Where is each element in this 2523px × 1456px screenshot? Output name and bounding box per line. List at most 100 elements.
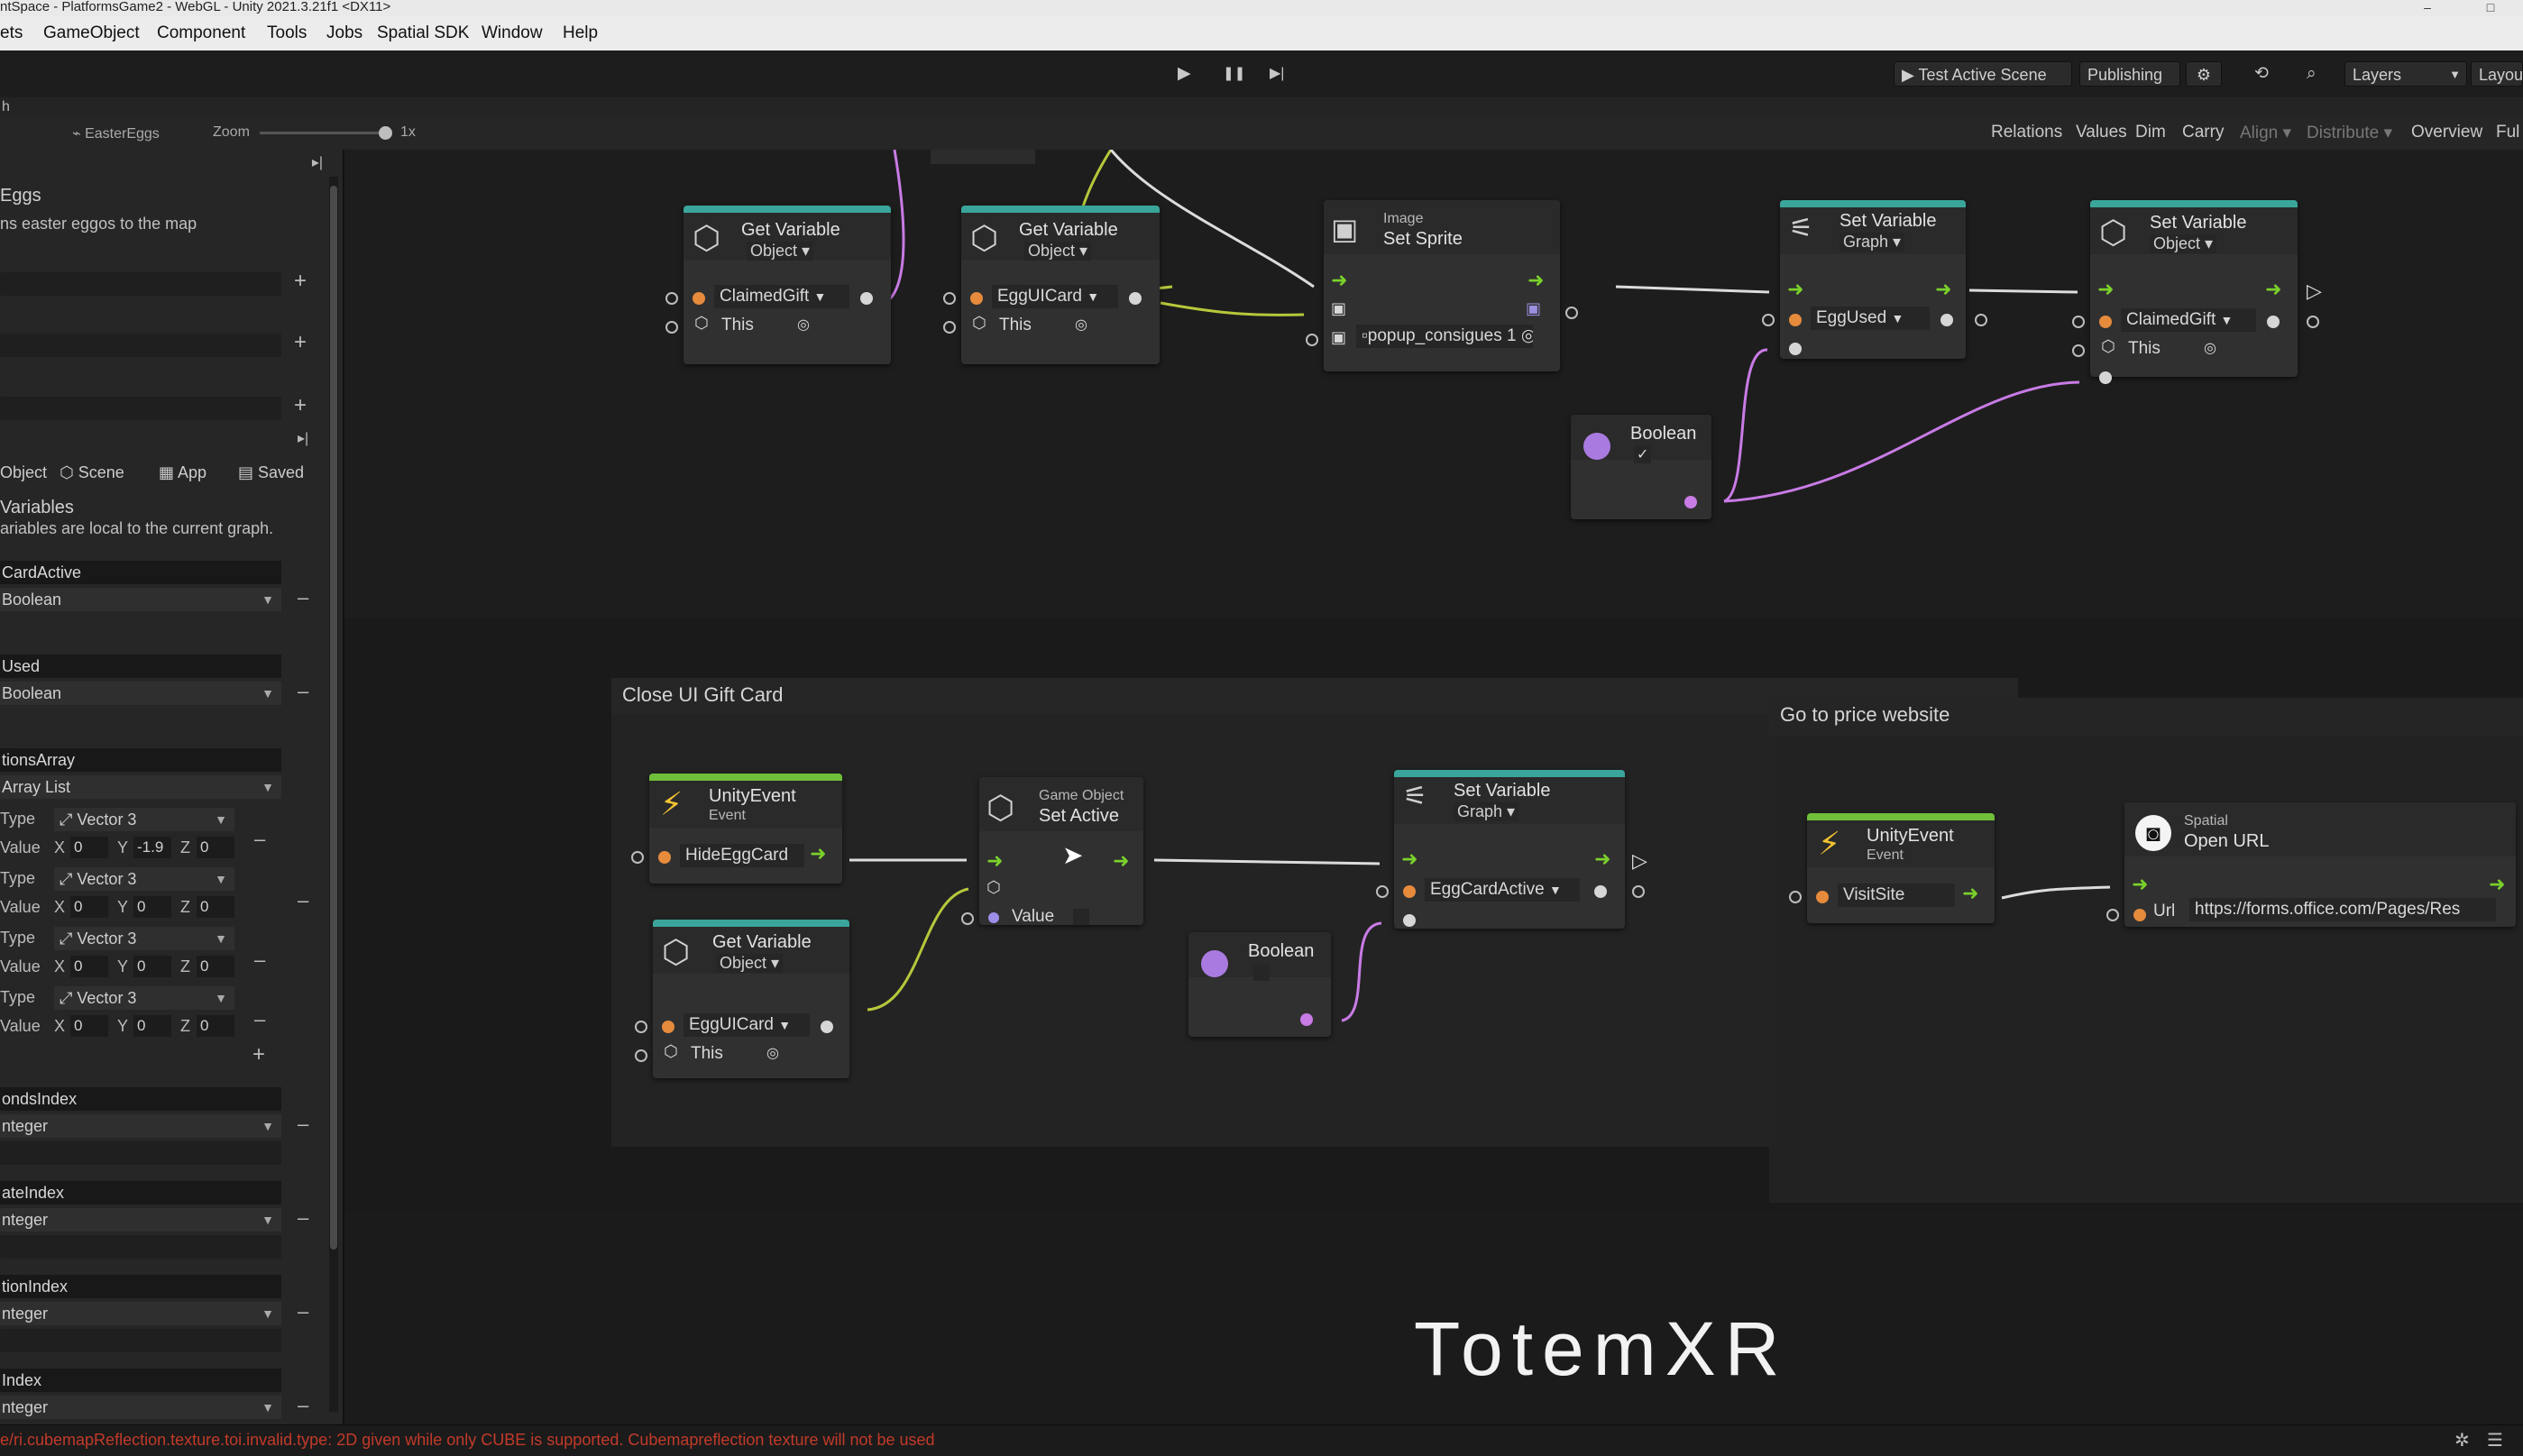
remove-item-button[interactable]: – xyxy=(254,828,265,851)
vector-z-field[interactable]: 0 xyxy=(197,896,234,918)
layout-dropdown[interactable]: Layou xyxy=(2471,61,2523,87)
object-pin[interactable] xyxy=(970,292,983,305)
array-item-type-dropdown[interactable]: ⤢ Vector 3 ▼ xyxy=(54,927,234,950)
relations-toggle[interactable]: Relations xyxy=(1991,123,2062,142)
distribute-dropdown[interactable]: Distribute ▾ xyxy=(2307,123,2392,143)
zoom-slider-handle[interactable] xyxy=(379,126,392,140)
history-icon[interactable]: ⟲ xyxy=(2254,61,2269,87)
control-input-arrow[interactable]: ➜ xyxy=(1787,279,1803,299)
graph-field-3[interactable] xyxy=(0,397,281,420)
graph-field-2[interactable] xyxy=(0,334,281,357)
get-variable-node[interactable]: ⬡ Get Variable Object ▾ ClaimedGift ▼ ⬡ … xyxy=(665,206,891,364)
menu-window[interactable]: Window xyxy=(482,23,543,43)
graph-field-1[interactable] xyxy=(0,272,281,296)
value-input-pin[interactable] xyxy=(1789,343,1802,355)
vector-z-field[interactable]: 0 xyxy=(197,1015,234,1037)
event-name-field[interactable]: VisitSite xyxy=(1838,884,1955,907)
value-input-pin[interactable] xyxy=(1403,914,1416,927)
set-sprite-node[interactable]: ▣ Image Set Sprite ➜ ➜ ▣ ▣ ▣ ▫popup_cons… xyxy=(1306,200,1578,371)
control-input-arrow[interactable]: ➜ xyxy=(986,851,1003,871)
tab-saved[interactable]: ▤ Saved xyxy=(238,463,304,482)
set-variable-node[interactable]: ⚟ Set Variable Graph ▾ ➜ ➜ EggUsed ▼ xyxy=(1762,200,1987,359)
control-output-arrow[interactable]: ➜ xyxy=(1962,884,1978,903)
value-output-pin[interactable] xyxy=(860,292,873,305)
editor-tab[interactable]: h xyxy=(2,99,10,115)
maximize-button[interactable]: □ xyxy=(2473,0,2509,16)
boolean-checkbox[interactable] xyxy=(1253,965,1270,981)
string-pin[interactable] xyxy=(1816,891,1829,903)
add-item-icon[interactable]: + xyxy=(252,1042,265,1067)
input-port[interactable] xyxy=(1762,314,1775,326)
open-url-node[interactable]: ◙ Spatial Open URL ➜ ➜ Url https://forms… xyxy=(2106,802,2516,927)
image-pin-icon[interactable]: ▣ xyxy=(1331,299,1346,318)
tab-scene[interactable]: ⬡ Scene xyxy=(60,463,124,482)
array-item-type-dropdown[interactable]: ⤢ Vector 3 ▼ xyxy=(54,808,234,831)
zoom-slider-track[interactable] xyxy=(260,126,392,140)
vector-y-field[interactable]: -1.9 xyxy=(133,837,171,858)
input-port[interactable] xyxy=(2072,316,2085,328)
input-port[interactable] xyxy=(665,321,678,334)
variable-name[interactable]: tionIndex xyxy=(0,1275,281,1298)
tab-object[interactable]: Object xyxy=(0,463,47,482)
control-input-arrow[interactable]: ➜ xyxy=(2132,875,2148,894)
set-variable-node[interactable]: ⚟ Set Variable Graph ▾ ➜ ➜ EggCardActive… xyxy=(1376,770,1647,929)
value-output-pin[interactable] xyxy=(821,1021,833,1033)
input-port[interactable] xyxy=(631,851,644,864)
menu-jobs[interactable]: Jobs xyxy=(326,23,362,43)
fullscreen-button[interactable]: Ful xyxy=(2496,123,2519,142)
variable-value-field[interactable] xyxy=(0,1141,281,1165)
control-exit-arrow[interactable]: ▷ xyxy=(2307,281,2322,301)
control-input-arrow[interactable]: ➜ xyxy=(2097,279,2114,299)
remove-variable-button[interactable]: – xyxy=(298,1394,308,1417)
kind-dropdown[interactable]: Graph ▾ xyxy=(1454,802,1519,821)
output-port[interactable] xyxy=(1565,307,1578,319)
inspector-scrollbar[interactable] xyxy=(329,177,338,1412)
control-output-arrow[interactable]: ➜ xyxy=(1113,851,1129,871)
variable-name[interactable]: Index xyxy=(0,1369,281,1392)
control-output-arrow[interactable]: ➜ xyxy=(1935,279,1951,299)
output-port[interactable] xyxy=(1975,314,1987,326)
url-field[interactable]: https://forms.office.com/Pages/Res xyxy=(2189,898,2496,921)
variable-value-field[interactable] xyxy=(0,1235,281,1259)
input-port[interactable] xyxy=(943,292,956,305)
array-item-type-dropdown[interactable]: ⤢ Vector 3 ▼ xyxy=(54,867,234,891)
publishing-button[interactable]: Publishing xyxy=(2079,61,2180,87)
remove-variable-button[interactable]: – xyxy=(298,1300,308,1323)
boolean-output-pin[interactable] xyxy=(1684,496,1697,508)
target-icon[interactable]: ◎ xyxy=(1075,316,1087,334)
remove-item-button[interactable]: – xyxy=(254,948,265,972)
variable-name-field[interactable]: EggUsed ▼ xyxy=(1811,307,1930,330)
gameobject-pin-icon[interactable]: ⬡ xyxy=(986,878,1001,897)
console-error-message[interactable]: e/ri.cubemapReflection.texture.toi.inval… xyxy=(0,1431,1010,1450)
play-button[interactable]: ▶ xyxy=(1178,61,1191,87)
variable-type-dropdown[interactable]: Array List ▼ xyxy=(0,775,281,799)
remove-variable-button[interactable]: – xyxy=(298,1206,308,1230)
variable-name[interactable]: ondsIndex xyxy=(0,1087,281,1111)
menu-help[interactable]: Help xyxy=(563,23,598,43)
kind-dropdown[interactable]: Object ▾ xyxy=(716,954,784,973)
vector-y-field[interactable]: 0 xyxy=(133,1015,171,1037)
variable-type-dropdown[interactable]: nteger ▼ xyxy=(0,1302,281,1325)
search-icon[interactable]: ⌕ xyxy=(2307,61,2317,87)
variable-name[interactable]: ateIndex xyxy=(0,1181,281,1204)
value-input-pin[interactable] xyxy=(2099,371,2112,384)
object-pin[interactable] xyxy=(2099,316,2112,328)
vector-y-field[interactable]: 0 xyxy=(133,896,171,918)
kind-dropdown[interactable]: Object ▾ xyxy=(1024,242,1092,261)
settings-gear-icon[interactable]: ⚙ xyxy=(2186,61,2222,87)
input-port[interactable] xyxy=(961,912,974,925)
collapse-icon[interactable]: ▸| xyxy=(312,153,323,171)
variable-name-field[interactable]: ClaimedGift ▼ xyxy=(714,285,849,308)
boolean-input-pin[interactable] xyxy=(988,912,999,923)
add-icon[interactable]: + xyxy=(294,269,307,294)
input-port[interactable] xyxy=(1376,885,1389,898)
notification-icon[interactable]: ☰ xyxy=(2487,1429,2503,1451)
add-icon[interactable]: + xyxy=(294,393,307,418)
remove-variable-button[interactable]: – xyxy=(298,1113,308,1136)
boolean-literal-node[interactable]: Boolean ✓ xyxy=(1571,415,1711,519)
scrollbar-thumb[interactable] xyxy=(330,186,337,1250)
vector-x-field[interactable]: 0 xyxy=(70,896,108,918)
collapse-icon[interactable]: ▸| xyxy=(298,429,308,447)
set-active-node[interactable]: ⬡ Game Object Set Active ➜ ➜ ⬡ Value xyxy=(961,777,1143,926)
set-variable-node[interactable]: ⬡ Set Variable Object ▾ ➜ ➜ ClaimedGift … xyxy=(2072,200,2322,384)
